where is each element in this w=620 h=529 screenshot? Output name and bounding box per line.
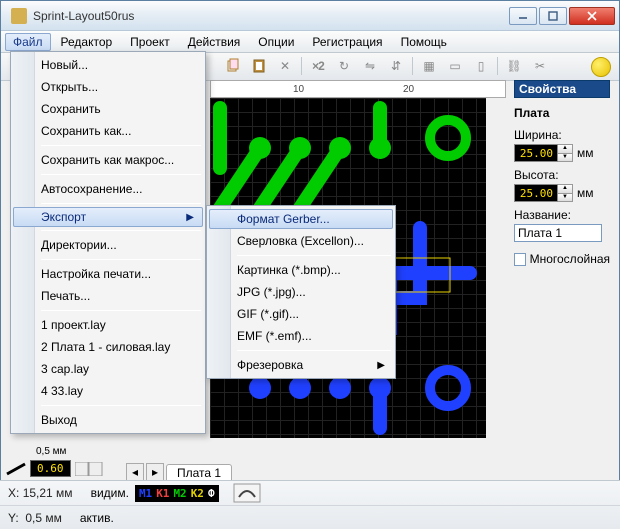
width-input[interactable] xyxy=(514,144,558,162)
export-submenu: Формат Gerber... Сверловка (Excellon)...… xyxy=(206,205,396,379)
layer-m2[interactable]: М2 xyxy=(171,486,188,501)
file-new[interactable]: Новый... xyxy=(13,54,203,76)
menu-actions[interactable]: Действия xyxy=(180,33,249,51)
layer-k1[interactable]: К1 xyxy=(154,486,171,501)
multilayer-label: Многослойная xyxy=(530,252,610,266)
menu-options[interactable]: Опции xyxy=(250,33,302,51)
x-value: 15,21 мм xyxy=(23,486,73,500)
chain-icon[interactable]: ⛓ xyxy=(504,56,524,76)
group-icon[interactable]: ▭ xyxy=(445,56,465,76)
height-label: Высота: xyxy=(514,168,610,182)
active-label: актив. xyxy=(80,511,114,525)
track-icon xyxy=(6,462,26,476)
maximize-button[interactable] xyxy=(539,7,567,25)
file-menu: Новый... Открыть... Сохранить Сохранить … xyxy=(10,51,206,434)
rotate-icon[interactable]: ↻ xyxy=(334,56,354,76)
file-recent-4[interactable]: 4 33.lay xyxy=(13,380,203,402)
file-directories[interactable]: Директории... xyxy=(13,234,203,256)
export-bmp[interactable]: Картинка (*.bmp)... xyxy=(209,259,393,281)
export-milling[interactable]: Фрезеровка▶ xyxy=(209,354,393,376)
menu-registration[interactable]: Регистрация xyxy=(304,33,390,51)
minimize-button[interactable] xyxy=(509,7,537,25)
app-window: Sprint-Layout50rus Файл Редактор Проект … xyxy=(0,0,620,529)
height-spinner[interactable]: ▲▼ xyxy=(558,184,573,202)
file-recent-3[interactable]: 3 cap.lay xyxy=(13,358,203,380)
align-icon[interactable]: ▦ xyxy=(419,56,439,76)
layer-m1[interactable]: М1 xyxy=(137,486,154,501)
file-savemacro[interactable]: Сохранить как макрос... xyxy=(13,149,203,171)
paste-icon[interactable] xyxy=(249,56,269,76)
delete-icon[interactable]: ✕ xyxy=(275,56,295,76)
tab-prev-button[interactable]: ◂ xyxy=(126,463,144,481)
close-button[interactable] xyxy=(569,7,615,25)
export-gerber[interactable]: Формат Gerber... xyxy=(209,209,393,229)
height-unit: мм xyxy=(577,186,594,200)
mirror-h-icon[interactable]: ⇋ xyxy=(360,56,380,76)
visible-label: видим. xyxy=(91,486,129,500)
status-bar: X: 15,21 мм видим. М1 К1 М2 К2 Ф Y: 0,5 … xyxy=(0,480,620,529)
width-label: Ширина: xyxy=(514,128,610,142)
copy-icon[interactable] xyxy=(223,56,243,76)
properties-panel: Плата Ширина: ▲▼ мм Высота: ▲▼ мм Назван… xyxy=(514,100,610,266)
x-label: X: xyxy=(8,486,19,500)
layer-k2[interactable]: К2 xyxy=(189,486,206,501)
duplicate-button[interactable]: ×2 xyxy=(308,56,328,76)
file-autosave[interactable]: Автосохранение... xyxy=(13,178,203,200)
export-gif[interactable]: GIF (*.gif)... xyxy=(209,303,393,325)
width-unit: мм xyxy=(577,146,594,160)
app-icon xyxy=(11,8,27,24)
file-open[interactable]: Открыть... xyxy=(13,76,203,98)
track-width-panel: 0.60 xyxy=(6,460,103,477)
menu-help[interactable]: Помощь xyxy=(393,33,455,51)
tab-strip: ◂ ▸ Плата 1 xyxy=(126,461,232,481)
mirror-v-icon[interactable]: ⇵ xyxy=(386,56,406,76)
export-jpg[interactable]: JPG (*.jpg)... xyxy=(209,281,393,303)
menubar: Файл Редактор Проект Действия Опции Реги… xyxy=(1,31,619,53)
export-emf[interactable]: EMF (*.emf)... xyxy=(209,325,393,347)
search-icon[interactable] xyxy=(591,57,611,77)
break-icon[interactable]: ✂ xyxy=(530,56,550,76)
file-recent-2[interactable]: 2 Плата 1 - силовая.lay xyxy=(13,336,203,358)
tab-next-button[interactable]: ▸ xyxy=(146,463,164,481)
file-recent-1[interactable]: 1 проект.lay xyxy=(13,314,203,336)
submenu-arrow-icon: ▶ xyxy=(186,212,194,223)
file-print[interactable]: Печать... xyxy=(13,285,203,307)
width-spinner[interactable]: ▲▼ xyxy=(558,144,573,162)
titlebar[interactable]: Sprint-Layout50rus xyxy=(1,1,619,31)
tab-board-1[interactable]: Плата 1 xyxy=(166,464,232,481)
y-label: Y: xyxy=(8,511,19,525)
export-excellon[interactable]: Сверловка (Excellon)... xyxy=(209,230,393,252)
ungroup-icon[interactable]: ▯ xyxy=(471,56,491,76)
menu-project[interactable]: Проект xyxy=(122,33,178,51)
submenu-arrow-icon: ▶ xyxy=(377,360,385,371)
properties-header: Свойства xyxy=(514,80,610,98)
tool-icon[interactable] xyxy=(233,483,261,503)
file-save[interactable]: Сохранить xyxy=(13,98,203,120)
file-saveas[interactable]: Сохранить как... xyxy=(13,120,203,142)
y-value: 0,5 мм xyxy=(25,511,62,525)
properties-title: Плата xyxy=(514,106,610,120)
ruler-tick-10: 10 xyxy=(293,84,304,95)
track-width-value[interactable]: 0.60 xyxy=(30,460,71,477)
ruler-horizontal: 10 20 xyxy=(210,80,506,98)
name-input[interactable] xyxy=(514,224,602,242)
track-width-half: 0,5 мм xyxy=(36,446,66,457)
height-input[interactable] xyxy=(514,184,558,202)
file-printsetup[interactable]: Настройка печати... xyxy=(13,263,203,285)
layer-f[interactable]: Ф xyxy=(206,486,217,501)
window-title: Sprint-Layout50rus xyxy=(33,9,509,23)
ruler-tick-20: 20 xyxy=(403,84,414,95)
name-label: Название: xyxy=(514,208,610,222)
track-spinner[interactable] xyxy=(75,462,103,476)
menu-editor[interactable]: Редактор xyxy=(53,33,121,51)
file-export[interactable]: Экспорт▶ xyxy=(13,207,203,227)
menu-file[interactable]: Файл xyxy=(5,33,51,51)
file-exit[interactable]: Выход xyxy=(13,409,203,431)
multilayer-checkbox[interactable] xyxy=(514,253,526,266)
